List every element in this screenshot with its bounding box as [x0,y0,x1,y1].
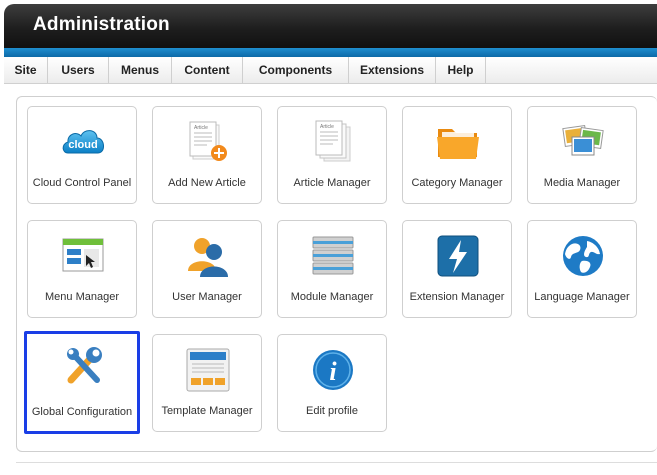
menu-menus[interactable]: Menus [109,57,172,83]
cloud-icon-text: cloud [68,139,97,151]
tile-module-manager[interactable]: Module Manager [277,220,387,318]
article-icon-text: Article [194,125,208,131]
menu-components[interactable]: Components [243,57,349,83]
tile-label: Menu Manager [45,291,119,303]
tile-article-manager[interactable]: Article Article Manager [277,106,387,204]
tile-label: Cloud Control Panel [32,177,132,189]
media-icon [560,119,606,165]
template-icon [185,347,231,393]
users-icon [185,233,231,279]
tile-global-configuration[interactable]: Global Configuration [24,331,140,434]
tile-label: Media Manager [543,177,621,189]
tile-label: Edit profile [306,405,358,417]
article-manager-icon: Article [310,119,356,165]
tile-cloud-control-panel[interactable]: cloud Cloud Control Panel [27,106,137,204]
menu-users[interactable]: Users [48,57,109,83]
tile-label: Module Manager [290,291,374,303]
tile-label: Global Configuration [31,406,133,418]
tile-label: Add New Article [168,177,246,189]
divider [16,462,657,463]
menu-help[interactable]: Help [436,57,486,83]
tile-menu-manager[interactable]: Menu Manager [27,220,137,318]
tile-label: Category Manager [411,177,503,189]
tile-label: Article Manager [293,177,371,189]
tile-label: Language Manager [534,291,630,303]
header-bar: Administration [4,4,657,48]
article-icon-text: Article [320,124,334,130]
folder-icon [435,119,481,165]
tile-category-manager[interactable]: Category Manager [402,106,512,204]
menu-content[interactable]: Content [172,57,243,83]
menu-site[interactable]: Site [4,57,48,83]
tile-media-manager[interactable]: Media Manager [527,106,637,204]
tile-template-manager[interactable]: Template Manager [152,334,262,432]
tile-label: Template Manager [161,405,253,417]
tile-extension-manager[interactable]: Extension Manager [402,220,512,318]
menu-window-icon [60,233,106,279]
tile-label: User Manager [172,291,242,303]
info-icon: i [310,347,356,393]
tile-add-new-article[interactable]: Article Add New Article [152,106,262,204]
svg-text:i: i [329,357,337,386]
page-title: Administration [33,14,170,35]
tile-language-manager[interactable]: Language Manager [527,220,637,318]
menu-extensions[interactable]: Extensions [349,57,436,83]
tools-icon [61,344,107,390]
cloud-icon: cloud [60,119,106,165]
tile-label: Extension Manager [409,291,505,303]
tile-user-manager[interactable]: User Manager [152,220,262,318]
add-article-icon: Article [185,119,231,165]
main-menu: Site Users Menus Content Components Exte… [4,57,657,84]
lightning-icon [435,233,481,279]
modules-icon [310,233,356,279]
accent-bar [4,48,657,57]
globe-icon [560,233,606,279]
tile-edit-profile[interactable]: i Edit profile [277,334,387,432]
